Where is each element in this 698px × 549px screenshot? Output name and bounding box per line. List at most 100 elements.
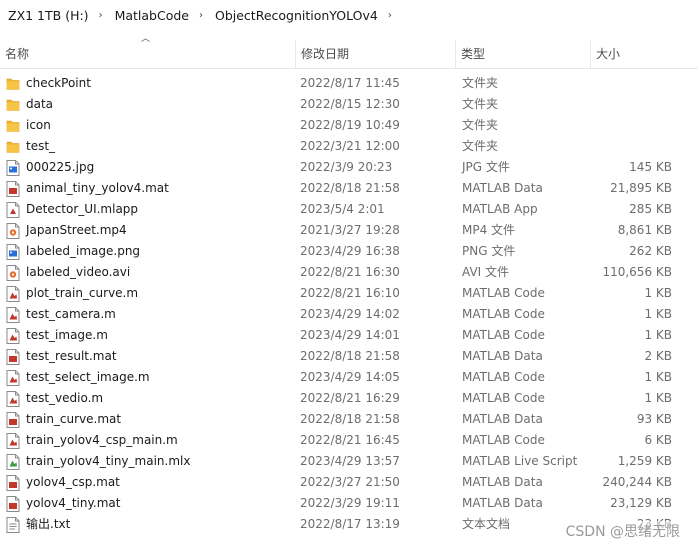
column-header-date[interactable]: 修改日期 — [296, 40, 456, 68]
matlab-data-file-icon — [6, 181, 20, 197]
matlab-code-file-icon — [6, 391, 20, 407]
file-type: MATLAB Code — [462, 370, 545, 384]
file-type: MATLAB Data — [462, 181, 543, 195]
file-name: test_select_image.m — [26, 370, 150, 384]
file-row[interactable]: train_yolov4_tiny_main.mlx 2023/4/29 13:5… — [0, 451, 698, 472]
file-row[interactable]: test_result.mat 2022/8/18 21:58 MATLAB Dat… — [0, 346, 698, 367]
video-file-icon — [6, 265, 20, 281]
file-size: 1 KB — [644, 391, 672, 405]
file-type: MATLAB App — [462, 202, 538, 216]
file-row[interactable]: yolov4_csp.mat 2022/3/27 21:50 MATLAB Data… — [0, 472, 698, 493]
file-type: 文件夹 — [462, 118, 499, 132]
file-modified-date: 2023/4/29 13:57 — [300, 454, 400, 468]
chevron-right-icon[interactable]: › — [99, 10, 103, 21]
file-name: Detector_UI.mlapp — [26, 202, 139, 216]
chevron-right-icon[interactable]: › — [199, 10, 203, 21]
breadcrumb-item[interactable]: ZX1 1TB (H:) — [8, 8, 89, 23]
column-header-size[interactable]: 大小 — [591, 40, 698, 68]
file-row[interactable]: JapanStreet.mp4 2021/3/27 19:28 MP4 文件 8,86… — [0, 220, 698, 241]
breadcrumb-item[interactable]: ObjectRecognitionYOLOv4 — [215, 8, 378, 23]
file-name: yolov4_tiny.mat — [26, 496, 121, 510]
file-modified-date: 2023/5/4 2:01 — [300, 202, 385, 216]
file-type: 文件夹 — [462, 139, 499, 153]
sort-ascending-icon: ︿ — [141, 34, 151, 44]
matlab-data-file-icon — [6, 496, 20, 512]
file-size: 262 KB — [629, 244, 672, 258]
file-row[interactable]: yolov4_tiny.mat 2022/3/29 19:11 MATLAB Dat… — [0, 493, 698, 514]
file-modified-date: 2022/8/19 10:49 — [300, 118, 400, 132]
file-row[interactable]: checkPoint 2022/8/17 11:45 文件夹 — [0, 73, 698, 94]
file-type: 文件夹 — [462, 97, 499, 111]
file-modified-date: 2022/8/21 16:45 — [300, 433, 400, 447]
file-type: MATLAB Code — [462, 391, 545, 405]
file-name: train_yolov4_csp_main.m — [26, 433, 178, 447]
file-modified-date: 2022/8/18 21:58 — [300, 181, 400, 195]
matlab-code-file-icon — [6, 370, 20, 386]
file-modified-date: 2022/3/21 12:00 — [300, 139, 400, 153]
matlab-data-file-icon — [6, 349, 20, 365]
file-type: 文本文档 — [462, 517, 511, 531]
file-modified-date: 2022/8/18 21:58 — [300, 349, 400, 363]
text-file-icon — [6, 517, 20, 533]
file-type: JPG 文件 — [462, 160, 510, 174]
column-header-type[interactable]: 类型 — [456, 40, 591, 68]
file-row[interactable]: test_select_image.m 2023/4/29 14:05 MATLAB… — [0, 367, 698, 388]
file-name: test_image.m — [26, 328, 108, 342]
file-size: 93 KB — [636, 412, 672, 426]
file-name: labeled_image.png — [26, 244, 141, 258]
matlab-code-file-icon — [6, 307, 20, 323]
file-name: yolov4_csp.mat — [26, 475, 120, 489]
file-modified-date: 2022/3/9 20:23 — [300, 160, 393, 174]
file-size: 2 KB — [644, 349, 672, 363]
file-row[interactable]: icon 2022/8/19 10:49 文件夹 — [0, 115, 698, 136]
file-row[interactable]: labeled_image.png 2023/4/29 16:38 PNG 文件 26… — [0, 241, 698, 262]
matlab-code-file-icon — [6, 328, 20, 344]
folder-icon — [6, 139, 20, 155]
file-row[interactable]: test_camera.m 2023/4/29 14:02 MATLAB Code 1… — [0, 304, 698, 325]
file-name: train_curve.mat — [26, 412, 122, 426]
file-name: test_camera.m — [26, 307, 116, 321]
file-type: MATLAB Code — [462, 286, 545, 300]
file-row[interactable]: 000225.jpg 2022/3/9 20:23 JPG 文件 145 KB — [0, 157, 698, 178]
file-name: labeled_video.avi — [26, 265, 131, 279]
file-size: 6 KB — [644, 433, 672, 447]
folder-icon — [6, 118, 20, 134]
file-name: test_ — [26, 139, 56, 153]
file-row[interactable]: train_yolov4_csp_main.m 2022/8/21 16:45 MA… — [0, 430, 698, 451]
file-list: checkPoint 2022/8/17 11:45 文件夹 data 2022/8/1… — [0, 73, 698, 535]
file-modified-date: 2022/8/17 11:45 — [300, 76, 400, 90]
file-row[interactable]: Detector_UI.mlapp 2023/5/4 2:01 MATLAB App… — [0, 199, 698, 220]
file-row[interactable]: train_curve.mat 2022/8/18 21:58 MATLAB Dat… — [0, 409, 698, 430]
file-size: 8,861 KB — [617, 223, 672, 237]
column-header-name[interactable]: ︿ 名称 — [0, 34, 296, 68]
file-name: plot_train_curve.m — [26, 286, 139, 300]
file-size: 1,259 KB — [617, 454, 672, 468]
file-type: MATLAB Data — [462, 475, 543, 489]
file-row[interactable]: labeled_video.avi 2022/8/21 16:30 AVI 文件 11… — [0, 262, 698, 283]
file-row[interactable]: test_image.m 2023/4/29 14:01 MATLAB Code 1 … — [0, 325, 698, 346]
image-file-icon — [6, 244, 20, 260]
file-modified-date: 2023/4/29 14:02 — [300, 307, 400, 321]
image-file-icon — [6, 160, 20, 176]
file-type: MATLAB Data — [462, 412, 543, 426]
file-name: icon — [26, 118, 51, 132]
file-row[interactable]: test_vedio.m 2022/8/21 16:29 MATLAB Code 1 … — [0, 388, 698, 409]
file-name: animal_tiny_yolov4.mat — [26, 181, 169, 195]
chevron-right-icon[interactable]: › — [388, 10, 392, 21]
breadcrumb-item[interactable]: MatlabCode — [115, 8, 189, 23]
matlab-code-file-icon — [6, 286, 20, 302]
file-modified-date: 2023/4/29 16:38 — [300, 244, 400, 258]
file-size: 21,895 KB — [610, 181, 672, 195]
file-row[interactable]: animal_tiny_yolov4.mat 2022/8/18 21:58 MAT… — [0, 178, 698, 199]
file-row[interactable]: plot_train_curve.m 2022/8/21 16:10 MATLAB … — [0, 283, 698, 304]
column-header-name-label: 名称 — [5, 47, 30, 61]
file-modified-date: 2022/8/18 21:58 — [300, 412, 400, 426]
file-row[interactable]: data 2022/8/15 12:30 文件夹 — [0, 94, 698, 115]
file-size: 285 KB — [629, 202, 672, 216]
file-name: test_result.mat — [26, 349, 117, 363]
matlab-data-file-icon — [6, 475, 20, 491]
file-row[interactable]: test_ 2022/3/21 12:00 文件夹 — [0, 136, 698, 157]
file-modified-date: 2023/4/29 14:05 — [300, 370, 400, 384]
file-modified-date: 2022/8/15 12:30 — [300, 97, 400, 111]
file-type: MATLAB Code — [462, 328, 545, 342]
